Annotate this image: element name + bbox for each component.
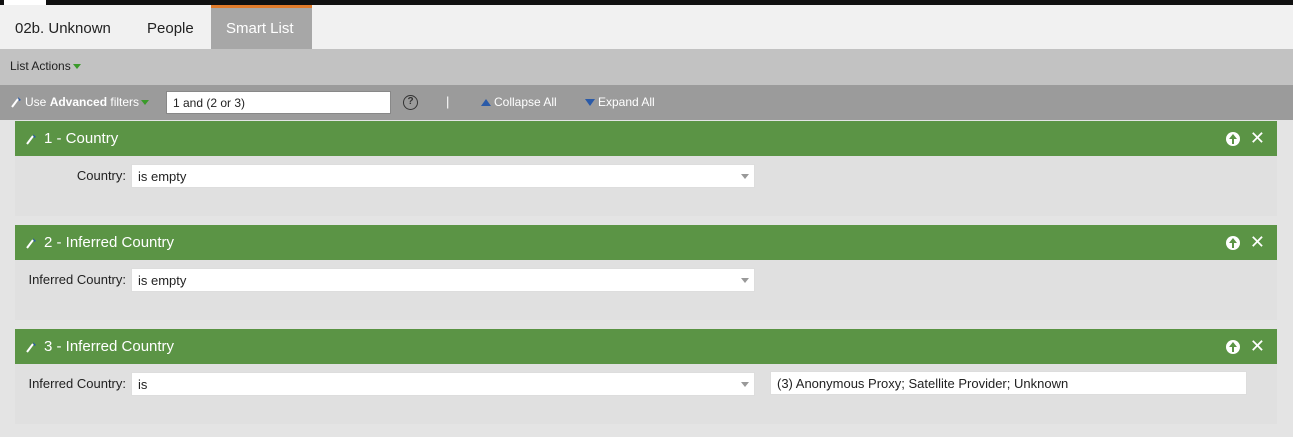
wand-icon bbox=[26, 238, 36, 249]
chevron-down-icon bbox=[741, 382, 749, 387]
advanced-filters-menu[interactable]: Use Advanced filters bbox=[10, 95, 150, 109]
collapse-icon bbox=[481, 99, 491, 106]
advanced-label: Advanced bbox=[49, 95, 108, 109]
filter-card-1: 1 - Country ✕ Country: is empty bbox=[15, 121, 1277, 216]
wand-icon bbox=[11, 97, 21, 108]
chevron-down-icon bbox=[141, 100, 150, 106]
filters-label: filters bbox=[107, 95, 140, 109]
close-icon[interactable]: ✕ bbox=[1250, 121, 1265, 156]
close-icon[interactable]: ✕ bbox=[1250, 329, 1265, 364]
wand-icon bbox=[26, 134, 36, 145]
tab-smart-list[interactable]: Smart List bbox=[211, 5, 312, 49]
operator-value: is bbox=[138, 377, 148, 392]
field-label: Inferred Country: bbox=[28, 272, 126, 287]
expand-all-button[interactable]: Expand All bbox=[585, 95, 655, 109]
filter-card-2: 2 - Inferred Country ✕ Inferred Country:… bbox=[15, 225, 1277, 320]
filter-card-3: 3 - Inferred Country ✕ Inferred Country:… bbox=[15, 329, 1277, 424]
filter-row: Inferred Country: is (3) Anonymous Proxy… bbox=[15, 364, 1277, 424]
operator-select[interactable]: is bbox=[131, 372, 755, 396]
field-label: Inferred Country: bbox=[28, 376, 126, 391]
filter-row: Inferred Country: is empty bbox=[15, 260, 1277, 320]
separator: | bbox=[446, 94, 450, 109]
operator-value: is empty bbox=[138, 169, 187, 184]
chevron-down-icon bbox=[741, 174, 749, 179]
filter-header-1[interactable]: 1 - Country ✕ bbox=[15, 121, 1277, 156]
filter-logic-input[interactable] bbox=[166, 91, 391, 114]
expand-icon bbox=[585, 99, 595, 106]
move-up-icon[interactable] bbox=[1226, 340, 1240, 354]
expand-all-label: Expand All bbox=[598, 95, 655, 109]
list-actions-label: List Actions bbox=[10, 59, 71, 73]
move-up-icon[interactable] bbox=[1226, 236, 1240, 250]
filter-header-3[interactable]: 3 - Inferred Country ✕ bbox=[15, 329, 1277, 364]
operator-select[interactable]: is empty bbox=[131, 164, 755, 188]
filter-title: 2 - Inferred Country bbox=[44, 234, 175, 251]
list-actions-menu[interactable]: List Actions bbox=[10, 59, 81, 73]
filter-header-2[interactable]: 2 - Inferred Country ✕ bbox=[15, 225, 1277, 260]
operator-select[interactable]: is empty bbox=[131, 268, 755, 292]
chevron-down-icon bbox=[72, 64, 81, 70]
use-label: Use bbox=[25, 95, 50, 109]
tab-bar: 02b. Unknown People Smart List bbox=[0, 5, 1293, 49]
filter-title: 3 - Inferred Country bbox=[44, 338, 175, 355]
collapse-all-label: Collapse All bbox=[494, 95, 557, 109]
help-icon[interactable]: ? bbox=[403, 95, 418, 110]
filter-row: Country: is empty bbox=[15, 156, 1277, 216]
value-field[interactable]: (3) Anonymous Proxy; Satellite Provider;… bbox=[770, 371, 1247, 395]
collapse-all-button[interactable]: Collapse All bbox=[481, 95, 557, 109]
tab-02b-unknown[interactable]: 02b. Unknown bbox=[0, 5, 126, 49]
wand-icon bbox=[26, 342, 36, 353]
move-up-icon[interactable] bbox=[1226, 132, 1240, 146]
value-text: (3) Anonymous Proxy; Satellite Provider;… bbox=[777, 376, 1069, 391]
filter-toolbar: Use Advanced filters ? | Collapse All Ex… bbox=[0, 85, 1293, 120]
close-icon[interactable]: ✕ bbox=[1250, 225, 1265, 260]
chevron-down-icon bbox=[741, 278, 749, 283]
operator-value: is empty bbox=[138, 273, 187, 288]
tab-people[interactable]: People bbox=[132, 5, 209, 49]
field-label: Country: bbox=[76, 168, 126, 183]
list-actions-bar: List Actions bbox=[0, 49, 1293, 85]
filter-title: 1 - Country bbox=[44, 130, 119, 147]
